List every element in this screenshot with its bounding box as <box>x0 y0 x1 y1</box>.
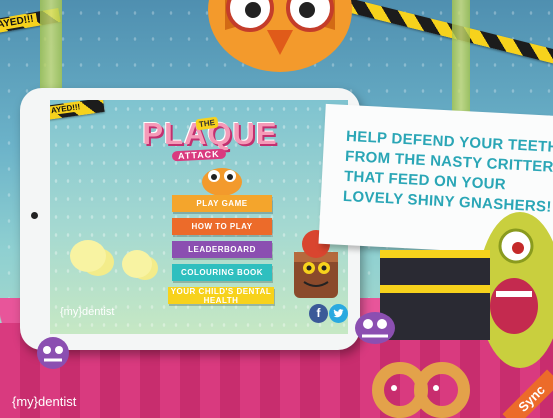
tablet-mockup: AYED!!! PLAQUE THE ATTACK PLAY GAME HOW … <box>20 88 360 350</box>
app-promo-screen: AYED!!! AYED!!! PLAQUE THE ATTACK PLAY G… <box>0 0 553 418</box>
leaderboard-button[interactable]: LEADERBOARD <box>172 241 272 258</box>
facebook-icon[interactable]: f <box>309 304 328 323</box>
screen-caution-tape: AYED!!! <box>50 100 105 121</box>
screen-caution-tape-text: AYED!!! <box>50 101 84 116</box>
twitter-icon[interactable] <box>329 304 348 323</box>
tablet-camera <box>31 212 38 219</box>
main-menu: PLAY GAME HOW TO PLAY LEADERBOARD COLOUR… <box>168 195 274 310</box>
owl-monster-illustration <box>208 0 352 72</box>
caution-tape-right <box>341 0 553 69</box>
dental-health-button[interactable]: YOUR CHILD'S DENTAL HEALTH <box>168 287 274 305</box>
play-game-button[interactable]: PLAY GAME <box>172 195 272 212</box>
popcorn-creature-left <box>70 240 106 272</box>
tablet-brand-logo: {my}dentist <box>60 306 115 318</box>
logo-monster-icon <box>202 168 242 196</box>
caution-tape-text: AYED!!! <box>0 13 38 32</box>
footer-brand-logo: {my}dentist <box>12 394 77 409</box>
twitter-bird-icon <box>333 309 344 318</box>
purple-germ-icon <box>37 337 69 369</box>
purple-bat-monster-icon <box>355 312 395 344</box>
how-to-play-button[interactable]: HOW TO PLAY <box>172 218 272 235</box>
pretzel-monster-illustration <box>372 362 470 418</box>
green-foam-right <box>452 0 470 120</box>
popcorn-creature-middle <box>122 250 152 278</box>
tablet-screen: AYED!!! PLAQUE THE ATTACK PLAY GAME HOW … <box>50 100 348 334</box>
promo-tagline: HELP DEFEND YOUR TEETH FROM THE NASTY CR… <box>342 127 553 216</box>
colouring-book-button[interactable]: COLOURING BOOK <box>172 264 272 281</box>
